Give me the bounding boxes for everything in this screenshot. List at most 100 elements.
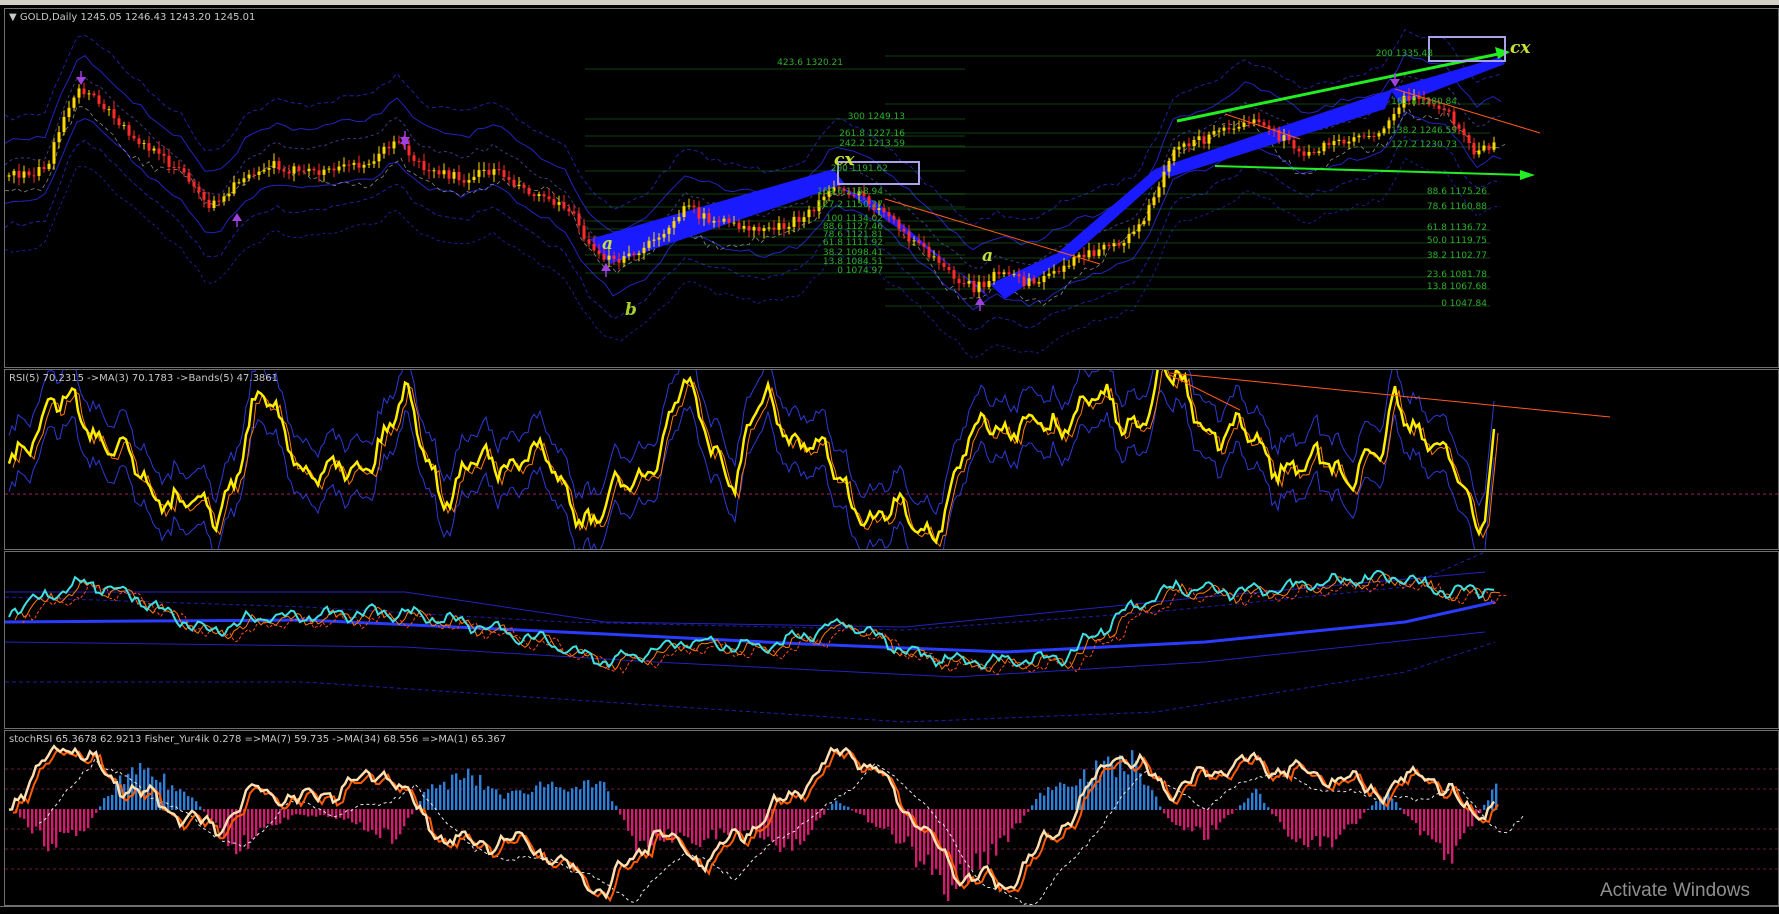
stoch-histogram-bar (999, 809, 1002, 839)
fib-label-fib_left-0: 423.6 1320.21 (777, 58, 843, 68)
candle-body (712, 220, 716, 223)
candle-body (1037, 282, 1041, 284)
stoch-histogram-bar (807, 809, 810, 835)
candle-body (37, 167, 41, 176)
oscillator-pane[interactable] (4, 551, 1779, 729)
candle-body (57, 132, 61, 143)
candle-body (1182, 143, 1186, 147)
candle-body (357, 162, 361, 168)
stoch-rsi-pane[interactable]: stochRSI 65.3678 62.9213 Fisher_Yur4ik 0… (4, 730, 1779, 906)
stoch-histogram-bar (1159, 806, 1162, 810)
candle-body (422, 161, 426, 171)
stoch-histogram-bar (283, 809, 286, 818)
candle-body (767, 227, 771, 229)
stoch-histogram-bar (1315, 809, 1318, 837)
stoch-histogram-bar (1039, 792, 1042, 810)
candle-body (772, 227, 776, 230)
stoch-histogram-bar (671, 809, 674, 843)
fib-label-fib_right-7: 50.0 1119.75 (1427, 236, 1487, 246)
candle-body (127, 125, 131, 136)
rsi-pane[interactable]: RSI(5) 70.2315 ->MA(3) 70.1783 ->Bands(5… (4, 369, 1779, 550)
stoch-histogram-bar (743, 809, 746, 831)
candle-body (707, 213, 711, 223)
candle-body (407, 145, 411, 156)
candle-body (412, 155, 416, 161)
stoch-histogram-bar (675, 809, 678, 835)
candle-body (87, 93, 91, 95)
candle-body (672, 221, 676, 228)
stoch-histogram-bar (455, 773, 458, 810)
candle-body (787, 226, 791, 229)
stoch-histogram-bar (1243, 802, 1246, 810)
price-chart-pane[interactable]: ▼ GOLD,Daily 1245.05 1246.43 1243.20 124… (4, 8, 1779, 368)
stoch-histogram-bar (747, 809, 750, 831)
candle-body (1022, 276, 1026, 287)
candle-body (247, 174, 251, 179)
pattern-letter-1: b (625, 300, 637, 320)
candle-body (1237, 126, 1241, 129)
candle-body (1322, 142, 1326, 152)
candle-body (197, 186, 201, 192)
stoch-histogram-bar (219, 809, 222, 829)
candle-body (1477, 150, 1481, 155)
stoch-histogram-bar (1063, 783, 1066, 810)
stoch-histogram-bar (723, 809, 726, 833)
candle-body (147, 143, 151, 151)
candle-body (462, 180, 466, 183)
candle-body (577, 213, 581, 226)
candle-body (542, 194, 546, 197)
stoch-histogram-bar (371, 809, 374, 830)
stoch-histogram-bar (179, 789, 182, 810)
candle-body (607, 255, 611, 260)
stoch-histogram-bar (1195, 809, 1198, 827)
stoch-histogram-bar (567, 791, 570, 810)
pattern-letter-0: a (602, 234, 613, 254)
candle-body (1397, 107, 1401, 114)
stoch-histogram-bar (823, 809, 826, 815)
stoch-histogram-bar (1191, 809, 1194, 832)
candle-body (762, 228, 766, 232)
stoch-histogram-bar (315, 809, 318, 817)
stoch-histogram-bar (591, 787, 594, 810)
candle-body (362, 164, 366, 168)
stoch-histogram-bar (543, 787, 546, 810)
candle-body (1007, 272, 1011, 275)
candle-body (352, 162, 356, 165)
candle-body (1052, 271, 1056, 274)
stoch-histogram-bar (367, 809, 370, 832)
stoch-histogram-bar (791, 809, 794, 851)
candle-body (112, 109, 116, 119)
candle-body (702, 213, 706, 219)
stoch-histogram-bar (363, 809, 366, 831)
stoch-histogram-bar (531, 791, 534, 810)
stoch-histogram-bar (1415, 809, 1418, 824)
candle-body (72, 97, 76, 108)
fib-label-fib_left-10: 61.8 1111.92 (823, 238, 883, 248)
stoch-histogram-bar (1247, 798, 1250, 810)
stoch-histogram-bar (1047, 787, 1050, 810)
stoch-histogram-bar (931, 809, 934, 875)
candle-body (897, 219, 901, 229)
collapse-arrow-icon[interactable]: ▼ (9, 12, 17, 23)
stoch-histogram-bar (667, 809, 670, 829)
stoch-histogram-bar (1215, 809, 1218, 830)
candle-body (97, 95, 101, 104)
candle-body (387, 146, 391, 149)
stoch-histogram-bar (1127, 774, 1130, 810)
candle-body (972, 280, 976, 293)
candle-body (327, 168, 331, 170)
candle-body (312, 168, 316, 171)
stoch-histogram-bar (899, 809, 902, 844)
stoch-histogram-bar (731, 809, 734, 831)
stoch-histogram-bar (195, 801, 198, 810)
stoch-histogram-bar (859, 809, 862, 815)
stoch-histogram-bar (1391, 798, 1394, 810)
candle-body (692, 205, 696, 208)
fib-label-fib_right-1: 161.8 1280.84 (1391, 97, 1457, 107)
candle-body (222, 196, 226, 202)
candle-body (437, 170, 441, 175)
stoch-histogram-bar (627, 809, 630, 831)
candle-body (347, 164, 351, 166)
stoch-histogram-bar (619, 809, 622, 815)
stoch-histogram-bar (679, 809, 682, 833)
